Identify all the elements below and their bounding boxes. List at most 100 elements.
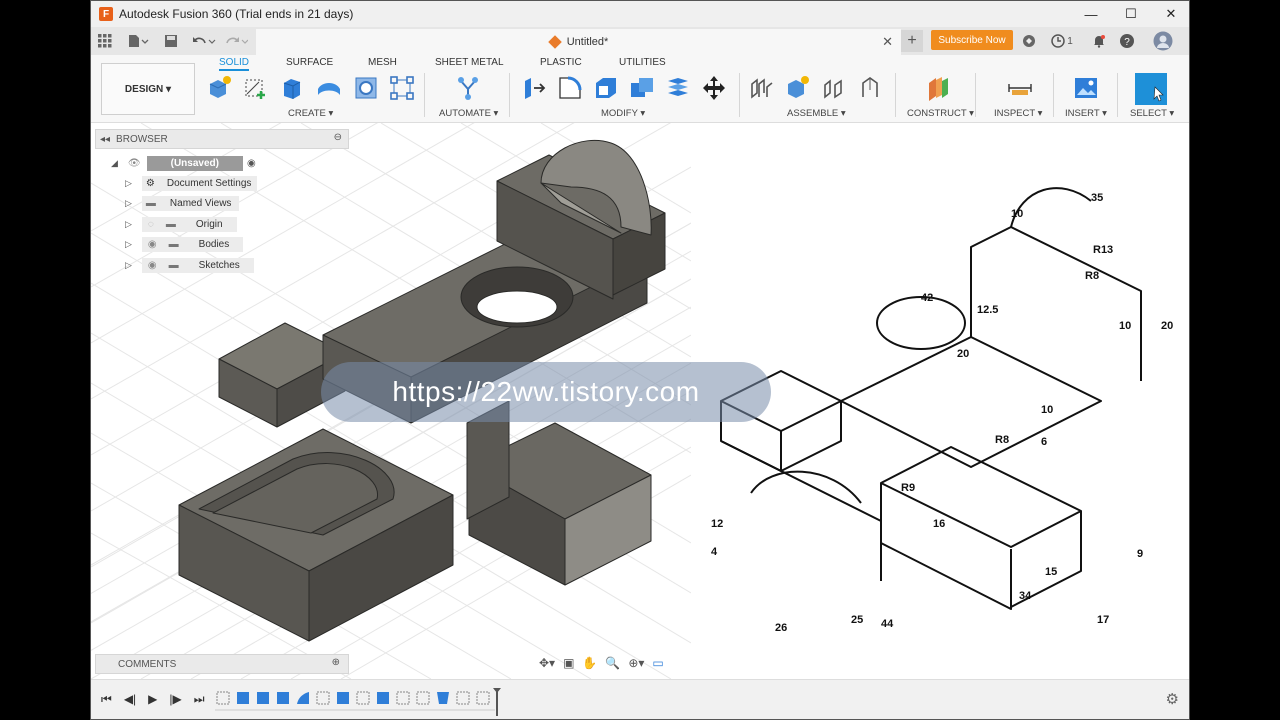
select-group-label[interactable]: SELECT ▾: [1130, 108, 1174, 119]
joint-icon[interactable]: [749, 75, 775, 101]
dim-label: 16: [933, 518, 945, 530]
add-comment-icon[interactable]: ⊕: [332, 657, 340, 668]
tree-root-row[interactable]: ◢ 👁 (Unsaved) ◉: [111, 155, 256, 171]
orbit-icon[interactable]: ✥▾: [539, 656, 555, 670]
assemble-group-label[interactable]: ASSEMBLE ▾: [787, 108, 846, 119]
subscribe-now-button[interactable]: Subscribe Now: [931, 30, 1013, 50]
extrude-icon[interactable]: [280, 75, 306, 101]
pattern-icon[interactable]: [389, 75, 415, 101]
tree-item-origin[interactable]: ▷ ◌ ▬ Origin: [125, 216, 237, 232]
save-icon[interactable]: [161, 31, 181, 51]
revolve-icon[interactable]: [316, 75, 342, 101]
dim-label: 12: [711, 518, 723, 530]
zoom-icon[interactable]: 🔍: [605, 656, 620, 670]
browser-panel-header[interactable]: ◂◂ BROWSER ⊖: [95, 129, 349, 149]
expand-triangle-icon[interactable]: ◢: [111, 158, 118, 169]
step-forward-icon[interactable]: |▶: [169, 692, 181, 707]
measure-icon[interactable]: [1007, 75, 1033, 101]
go-to-start-icon[interactable]: ⏮: [101, 692, 112, 707]
tab-sheet-metal[interactable]: SHEET METAL: [435, 57, 504, 68]
workspace-switcher-button[interactable]: DESIGN ▾: [101, 63, 195, 115]
tree-item-bodies[interactable]: ▷ ◉ ▬ Bodies: [125, 236, 244, 252]
combine-icon[interactable]: [629, 75, 655, 101]
split-body-icon[interactable]: [665, 75, 691, 101]
expand-triangle-icon[interactable]: ▷: [125, 219, 132, 230]
tree-item-sketches[interactable]: ▷ ◉ ▬ Sketches: [125, 257, 254, 273]
new-component-icon[interactable]: [207, 75, 233, 101]
hole-icon[interactable]: [353, 75, 379, 101]
inspect-group-label[interactable]: INSPECT ▾: [994, 108, 1042, 119]
tab-utilities[interactable]: UTILITIES: [619, 57, 666, 68]
dim-label: R8: [995, 434, 1009, 446]
dim-label: 26: [775, 622, 787, 634]
document-tab[interactable]: Untitled* ✕: [256, 29, 901, 55]
go-to-end-icon[interactable]: ⏭: [194, 692, 205, 707]
create-sketch-icon[interactable]: [243, 75, 269, 101]
browser-minimize-icon[interactable]: ⊖: [334, 132, 342, 143]
gear-icon: ⚙: [141, 175, 161, 191]
redo-icon[interactable]: [223, 31, 249, 51]
tab-solid[interactable]: SOLID: [219, 57, 250, 71]
new-tab-button[interactable]: +: [901, 30, 923, 52]
visibility-eye-icon[interactable]: 👁: [128, 158, 141, 169]
expand-triangle-icon[interactable]: ▷: [125, 178, 132, 189]
insert-image-icon[interactable]: [1073, 75, 1099, 101]
dim-label: 9: [1137, 548, 1143, 560]
file-menu-icon[interactable]: [125, 31, 151, 51]
tab-plastic[interactable]: PLASTIC: [540, 57, 582, 68]
job-count: 1: [1067, 35, 1073, 47]
automate-group-label[interactable]: AUTOMATE ▾: [439, 108, 498, 119]
automate-icon[interactable]: [455, 75, 481, 101]
joint-origin-icon[interactable]: [857, 75, 883, 101]
separator: [1053, 73, 1054, 117]
tree-item-document-settings[interactable]: ▷ ⚙ Document Settings: [125, 175, 258, 191]
as-built-joint-icon[interactable]: [821, 75, 847, 101]
undo-icon[interactable]: [191, 31, 217, 51]
expand-triangle-icon[interactable]: ▷: [125, 198, 132, 209]
expand-triangle-icon[interactable]: ▷: [125, 260, 132, 271]
play-icon[interactable]: ▶: [148, 692, 157, 707]
construct-plane-icon[interactable]: [925, 75, 951, 101]
help-icon[interactable]: ?: [1117, 31, 1137, 51]
zoom-window-icon[interactable]: ⊕▾: [628, 656, 644, 670]
visibility-eye-icon[interactable]: ◉: [141, 236, 163, 252]
user-avatar-icon[interactable]: [1153, 31, 1173, 51]
hidden-eye-icon[interactable]: ◌: [141, 216, 160, 232]
job-status-icon[interactable]: 1: [1047, 31, 1077, 51]
tree-item-named-views[interactable]: ▷ ▬ Named Views: [125, 195, 240, 211]
create-group-label[interactable]: CREATE ▾: [288, 108, 333, 119]
extensions-icon[interactable]: [1019, 31, 1039, 51]
construct-group-label[interactable]: CONSTRUCT ▾: [907, 108, 974, 119]
insert-group-label[interactable]: INSERT ▾: [1065, 108, 1107, 119]
modify-group-label[interactable]: MODIFY ▾: [601, 108, 645, 119]
press-pull-icon[interactable]: [521, 75, 547, 101]
activate-radio-icon[interactable]: ◉: [247, 158, 256, 169]
pan-hand-icon[interactable]: ✋: [582, 656, 597, 670]
root-component-label[interactable]: (Unsaved): [146, 155, 243, 171]
close-window-button[interactable]: ✕: [1151, 1, 1189, 27]
timeline-features[interactable]: [215, 688, 505, 716]
shell-icon[interactable]: [593, 75, 619, 101]
minimize-button[interactable]: —: [1071, 1, 1111, 27]
close-tab-icon[interactable]: ✕: [882, 34, 893, 50]
app-grid-icon[interactable]: [95, 31, 115, 51]
tab-surface[interactable]: SURFACE: [286, 57, 333, 68]
folder-icon: ▬: [141, 195, 162, 211]
new-component-assembly-icon[interactable]: [785, 75, 811, 101]
move-copy-icon[interactable]: [701, 75, 727, 101]
expand-triangle-icon[interactable]: ▷: [125, 239, 132, 250]
tree-item-label: Origin: [181, 216, 237, 232]
step-back-icon[interactable]: ◀|: [124, 692, 136, 707]
fillet-icon[interactable]: [557, 75, 583, 101]
visibility-eye-icon[interactable]: ◉: [141, 257, 163, 273]
timeline-settings-gear-icon[interactable]: ⚙: [1166, 690, 1179, 708]
collapse-panel-icon[interactable]: ◂◂: [100, 134, 110, 145]
tab-mesh[interactable]: MESH: [368, 57, 397, 68]
dim-label: 34: [1019, 590, 1032, 602]
comments-panel-header[interactable]: COMMENTS ⊕: [95, 654, 349, 674]
maximize-button[interactable]: ☐: [1111, 1, 1151, 27]
notifications-bell-icon[interactable]: [1089, 31, 1109, 51]
look-at-icon[interactable]: ▣: [563, 656, 574, 670]
select-icon[interactable]: [1135, 73, 1167, 105]
display-settings-icon[interactable]: ▭: [652, 656, 663, 670]
